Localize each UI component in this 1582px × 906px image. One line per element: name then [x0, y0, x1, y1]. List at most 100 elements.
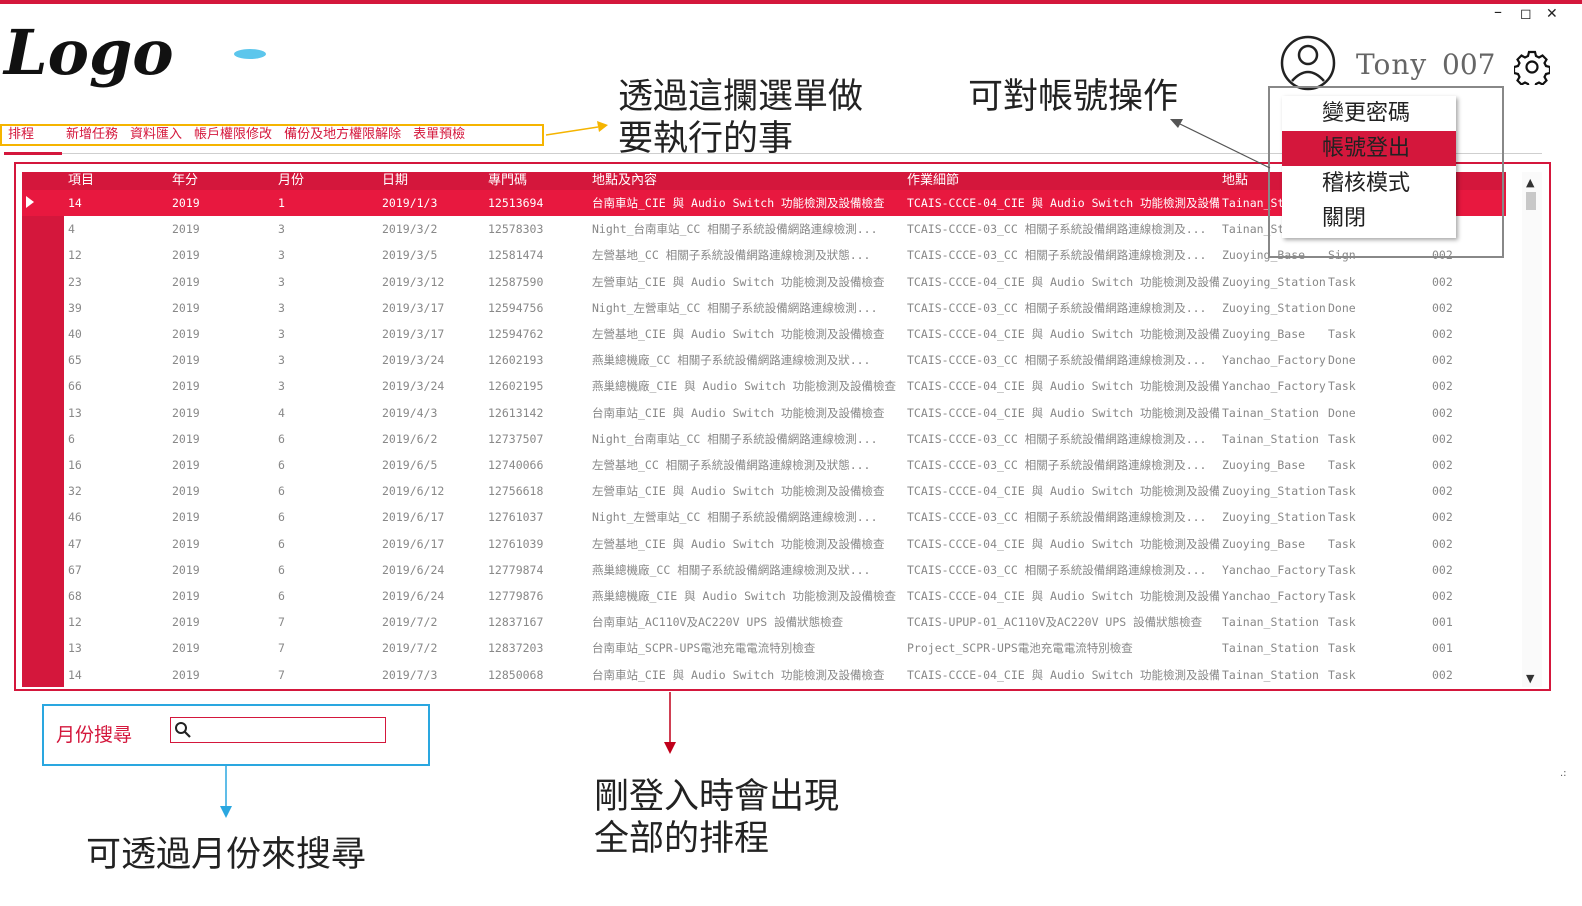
cell-date: 2019/1/3: [382, 196, 438, 210]
cell-month: 6: [278, 458, 285, 472]
callout-search: 可透過月份來搜尋: [86, 835, 367, 875]
cell-site: Yanchao_Factory: [1222, 589, 1326, 603]
cell-site: Zuoying_Station: [1222, 300, 1326, 315]
logout-item[interactable]: 帳號登出: [1282, 131, 1456, 166]
cell-task-detail: TCAIS-UPUP-01_AC110V及AC220V UPS 設備狀態檢查: [907, 615, 1203, 630]
cell-location-content: 左營車站_CIE 與 Audio Switch 功能檢測及設備檢查: [592, 484, 885, 499]
user-avatar-icon[interactable]: [1280, 33, 1336, 93]
account-dropdown: 變更密碼 帳號登出 稽核模式 關閉: [1282, 96, 1456, 238]
table-row[interactable]: 40 2019 3 2019/3/17 12594762 左營基地_CIE 與 Audio…: [22, 321, 1506, 347]
menu-add-task[interactable]: 新增任務: [60, 126, 124, 144]
cell-item: 67: [68, 562, 82, 577]
cell-year: 2019: [172, 431, 200, 446]
table-row[interactable]: 46 2019 6 2019/6/17 12761037 Night_左營車站_CC 相關…: [22, 504, 1506, 530]
logo-accent: [234, 49, 266, 59]
cell-status: Done: [1328, 353, 1356, 368]
menu-schedule[interactable]: 排程: [2, 126, 40, 144]
cell-month: 6: [278, 589, 285, 603]
cell-month: 6: [278, 562, 285, 577]
close-item[interactable]: 關閉: [1282, 201, 1456, 236]
cell-month: 3: [278, 379, 285, 394]
cell-task-detail: TCAIS-CCCE-03_CC 相關子系統設備網路連線檢測及...: [907, 431, 1207, 446]
cell-task-detail: TCAIS-CCCE-04_CIE 與 Audio Switch 功能檢測及設備…: [907, 327, 1219, 341]
menu-import-data[interactable]: 資料匯入: [124, 126, 188, 144]
table-row[interactable]: 6 2019 6 2019/6/2 12737507 Night_台南車站_CC 相關子系…: [22, 426, 1506, 452]
cell-item: 6: [68, 431, 75, 446]
column-header-code[interactable]: 專門碼: [488, 173, 588, 189]
month-search-label: 月份搜尋: [56, 724, 133, 746]
menu-backup-release[interactable]: 備份及地方權限解除: [278, 126, 407, 144]
table-row[interactable]: 23 2019 3 2019/3/12 12587590 左營車站_CIE 與 Audio…: [22, 269, 1506, 295]
cell-status: Task: [1328, 589, 1356, 603]
month-search-input[interactable]: [170, 717, 386, 743]
grid-scrollbar[interactable]: ▲ ▼: [1522, 172, 1542, 687]
table-row[interactable]: 66 2019 3 2019/3/24 12602195 燕巢總機廠_CIE 與 Audi…: [22, 373, 1506, 399]
cell-date: 2019/4/3: [382, 405, 438, 420]
cell-month: 3: [278, 222, 285, 237]
logo: Logo: [2, 16, 266, 89]
minimize-button[interactable]: –: [1494, 2, 1502, 21]
table-row[interactable]: 47 2019 6 2019/6/17 12761039 左營基地_CIE 與 Audio…: [22, 531, 1506, 557]
cell-item: 46: [68, 510, 82, 525]
cell-date: 2019/6/24: [382, 562, 445, 577]
cell-status: Done: [1328, 300, 1356, 315]
scroll-down-icon[interactable]: ▼: [1526, 672, 1534, 685]
cell-status: Task: [1328, 327, 1356, 341]
table-row[interactable]: 14 2019 7 2019/7/3 12850068 台南車站_CIE 與 Audio …: [22, 662, 1506, 687]
cell-code: 12587590: [488, 274, 544, 289]
cell-code: 12594762: [488, 327, 544, 341]
cell-site: Tainan_Station: [1222, 405, 1319, 420]
menu-form-precheck[interactable]: 表單預檢: [407, 126, 471, 144]
maximize-button[interactable]: ◻: [1520, 6, 1532, 22]
cell-site: Yanchao_Factory: [1222, 562, 1326, 577]
main-menu: 排程 新增任務 資料匯入 帳戶權限修改 備份及地方權限解除 表單預檢: [0, 124, 544, 146]
logo-text: Logo: [2, 16, 174, 89]
cell-task-detail: TCAIS-CCCE-03_CC 相關子系統設備網路連線檢測及...: [907, 562, 1207, 577]
cell-year: 2019: [172, 196, 200, 210]
cell-code: 12581474: [488, 248, 544, 263]
cell-date: 2019/6/2: [382, 431, 438, 446]
cell-code: 12850068: [488, 667, 544, 682]
cell-item: 14: [68, 196, 82, 210]
close-button[interactable]: ✕: [1546, 6, 1558, 22]
column-header-task-detail[interactable]: 作業細節: [907, 173, 1219, 189]
column-header-date[interactable]: 日期: [382, 173, 482, 189]
cell-status: Task: [1328, 562, 1356, 577]
cell-month: 6: [278, 484, 285, 499]
table-row[interactable]: 12 2019 7 2019/7/2 12837167 台南車站_AC110V及AC220…: [22, 609, 1506, 635]
menu-account-permissions[interactable]: 帳戶權限修改: [188, 126, 278, 144]
cell-month: 3: [278, 248, 285, 263]
change-password-item[interactable]: 變更密碼: [1282, 96, 1456, 131]
cell-item: 66: [68, 379, 82, 394]
table-row[interactable]: 68 2019 6 2019/6/24 12779876 燕巢總機廠_CIE 與 Audi…: [22, 583, 1506, 609]
cell-site: Yanchao_Factory: [1222, 379, 1326, 394]
cell-location-content: 燕巢總機廠_CC 相關子系統設備網路連線檢測及狀...: [592, 562, 871, 577]
cell-date: 2019/6/5: [382, 458, 438, 472]
user-name: Tony: [1356, 48, 1428, 81]
cell-date: 2019/3/5: [382, 248, 438, 263]
column-header-location-content[interactable]: 地點及內容: [592, 173, 904, 189]
active-tab-indicator: [4, 152, 62, 155]
cell-date: 2019/3/2: [382, 222, 438, 237]
scroll-thumb[interactable]: [1526, 192, 1536, 210]
table-row[interactable]: 16 2019 6 2019/6/5 12740066 左營基地_CC 相關子系統設備網路…: [22, 452, 1506, 478]
table-row[interactable]: 13 2019 4 2019/4/3 12613142 台南車站_CIE 與 Audio …: [22, 400, 1506, 426]
audit-mode-item[interactable]: 稽核模式: [1282, 166, 1456, 201]
cell-code: 12779876: [488, 589, 544, 603]
cell-year: 2019: [172, 274, 200, 289]
scroll-up-icon[interactable]: ▲: [1526, 176, 1534, 189]
cell-code: 12602193: [488, 353, 544, 368]
cell-code: 12740066: [488, 458, 544, 472]
column-header-month[interactable]: 月份: [278, 173, 368, 189]
cell-site: Tainan_Station: [1222, 641, 1319, 656]
table-row[interactable]: 32 2019 6 2019/6/12 12756618 左營車站_CIE 與 Audio…: [22, 478, 1506, 504]
column-header-year[interactable]: 年分: [172, 173, 262, 189]
cell-site: Tainan_Station: [1222, 431, 1319, 446]
column-header-item[interactable]: 項目: [68, 173, 158, 189]
table-row[interactable]: 67 2019 6 2019/6/24 12779874 燕巢總機廠_CC 相關子系統設備…: [22, 557, 1506, 583]
table-row[interactable]: 13 2019 7 2019/7/2 12837203 台南車站_SCPR-UPS電池充電…: [22, 635, 1506, 661]
table-row[interactable]: 65 2019 3 2019/3/24 12602193 燕巢總機廠_CC 相關子系統設備…: [22, 347, 1506, 373]
gear-icon[interactable]: [1514, 49, 1550, 85]
table-row[interactable]: 39 2019 3 2019/3/17 12594756 Night_左營車站_CC 相關…: [22, 295, 1506, 321]
cell-status: Done: [1328, 405, 1356, 420]
